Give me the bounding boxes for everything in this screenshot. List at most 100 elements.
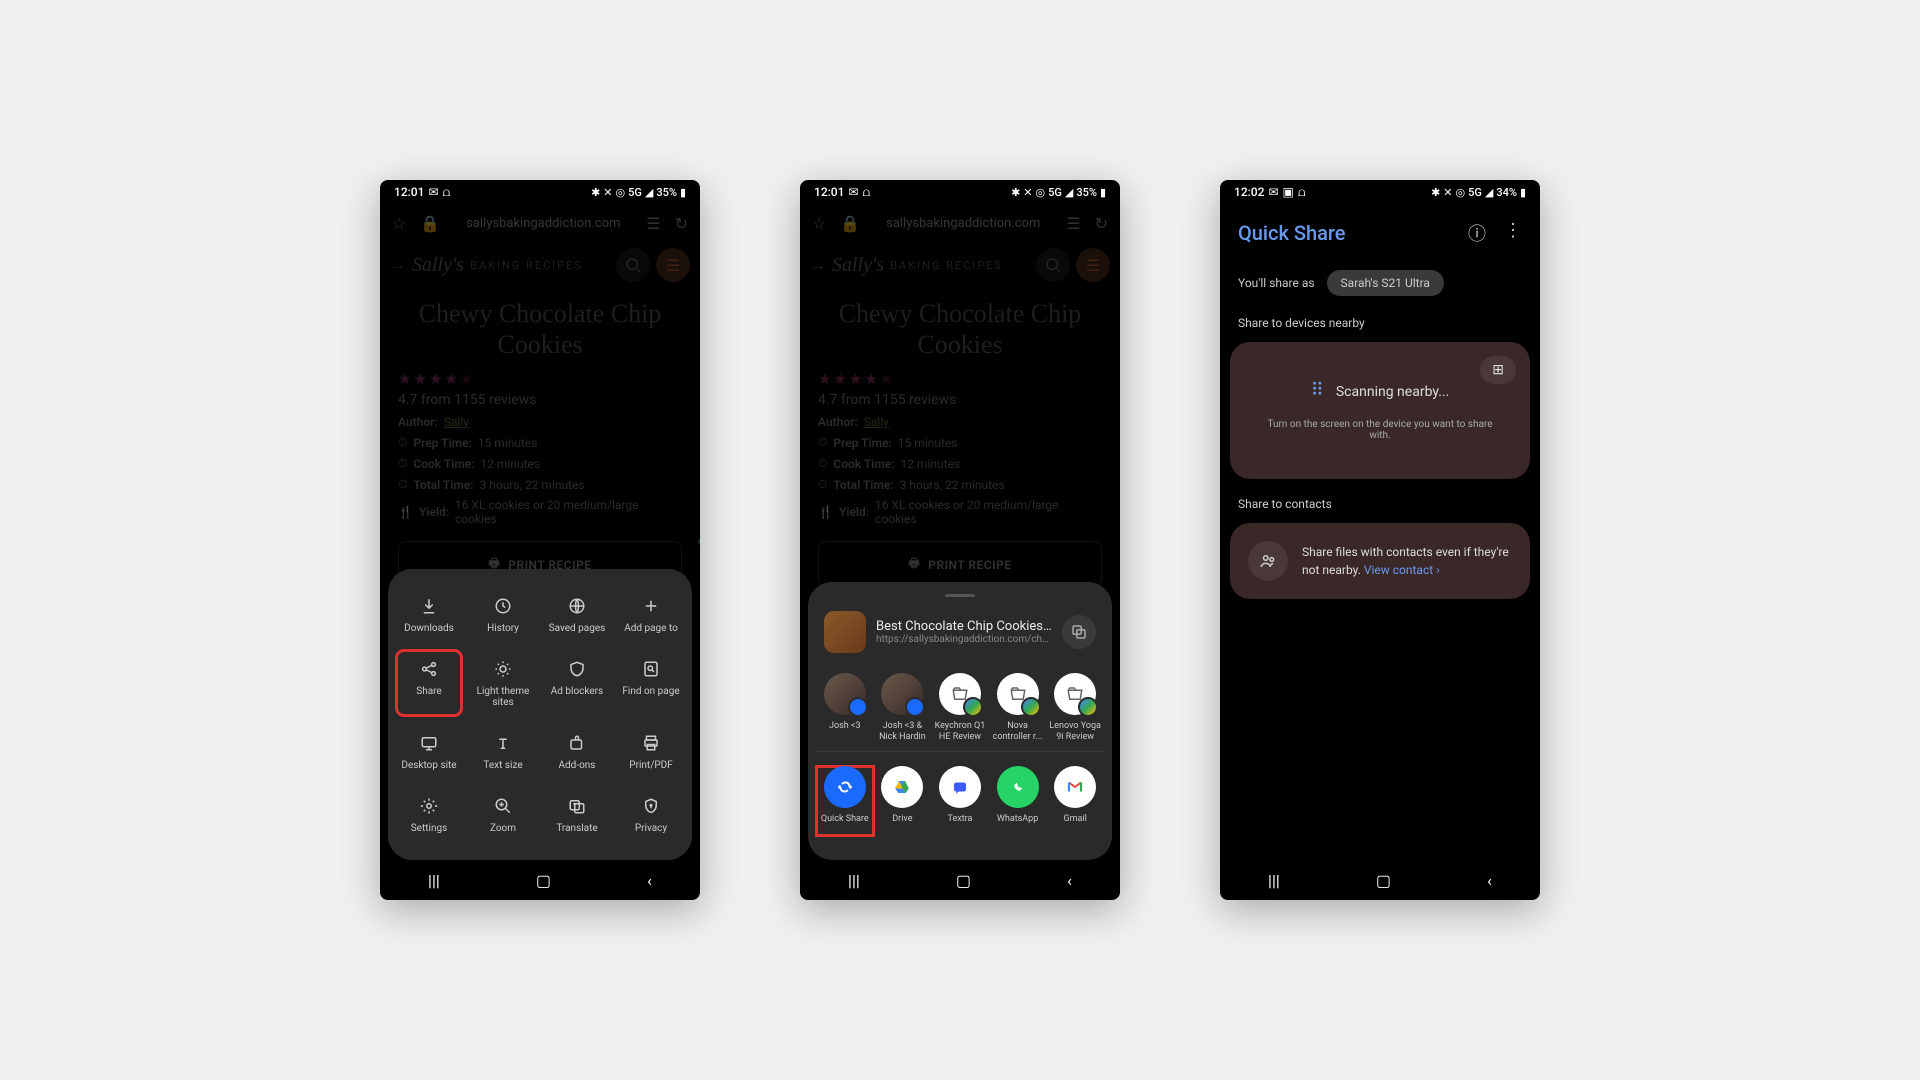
home-button[interactable]: ▢ xyxy=(956,871,971,890)
recents-button[interactable]: ||| xyxy=(428,871,440,890)
site-header: → Sally's BAKING RECIPES ☰ xyxy=(380,242,700,288)
status-bar: 12:01✉⩍ ✱✕◎5G◢35%▮ xyxy=(800,180,1120,204)
author-link[interactable]: Sally xyxy=(444,415,469,429)
menu-clock[interactable]: History xyxy=(470,587,536,642)
menu-privacy[interactable]: Privacy xyxy=(618,787,684,842)
url-text[interactable]: sallysbakingaddiction.com xyxy=(454,216,632,231)
menu-text[interactable]: Text size xyxy=(470,724,536,779)
battery-label: 35% xyxy=(656,186,677,199)
site-logo: Sally's xyxy=(412,254,464,277)
share-contact[interactable]: Lenovo Yoga 9i Review xyxy=(1046,673,1104,743)
menu-translate[interactable]: Translate xyxy=(544,787,610,842)
menu-zoom[interactable]: Zoom xyxy=(470,787,536,842)
addon-icon xyxy=(566,732,588,754)
menu-addon[interactable]: Add-ons xyxy=(544,724,610,779)
home-button[interactable]: ▢ xyxy=(1376,871,1391,890)
share-app-drive[interactable]: Drive xyxy=(874,766,932,836)
menu-shield[interactable]: Ad blockers xyxy=(544,650,610,716)
copy-button[interactable] xyxy=(1062,615,1096,649)
quickshare-title: Quick Share xyxy=(1238,221,1345,245)
back-button[interactable]: ‹ xyxy=(647,871,652,890)
menu-globe[interactable]: Saved pages xyxy=(544,587,610,642)
mute-icon: ✕ xyxy=(603,186,612,199)
shareas-label: You'll share as xyxy=(1238,276,1315,290)
hotspot-icon: ◎ xyxy=(616,186,626,199)
quickshare-header: Quick Share ⓘ ⋮ xyxy=(1220,204,1540,262)
share-sheet: Best Chocolate Chip Cookies (Popula... h… xyxy=(808,582,1112,860)
menu-share[interactable]: Share xyxy=(396,650,462,716)
menu-gear[interactable]: Settings xyxy=(396,787,462,842)
recents-button[interactable]: ||| xyxy=(848,871,860,890)
text-icon xyxy=(492,732,514,754)
menu-sun[interactable]: Light theme sites xyxy=(470,650,536,716)
browser-menu-sheet: DownloadsHistorySaved pagesAdd page to Sh… xyxy=(388,569,692,860)
share-contact[interactable]: Keychron Q1 HE Review xyxy=(931,673,989,743)
more-icon[interactable]: ⋮ xyxy=(1504,220,1522,246)
drag-handle[interactable] xyxy=(945,594,975,597)
site-tagline: BAKING RECIPES xyxy=(470,259,583,272)
find-icon xyxy=(640,658,662,680)
status-time: 12:01 xyxy=(394,185,424,199)
menu-plus[interactable]: Add page to xyxy=(618,587,684,642)
phone-screenshot-2: 12:01✉⩍ ✱✕◎5G◢35%▮ ☆🔒sallysbakingaddicti… xyxy=(800,180,1120,900)
back-button[interactable]: ‹ xyxy=(1487,871,1492,890)
share-page-url: https://sallysbakingaddiction.com/chewy-… xyxy=(876,634,1052,645)
share-page-title: Best Chocolate Chip Cookies (Popula... xyxy=(876,619,1052,634)
phone-screenshot-1: 12:01✉⩍ ✱✕◎5G◢35%▮ ☆ 🔒 sallysbakingaddic… xyxy=(380,180,700,900)
recents-button[interactable]: ||| xyxy=(1268,871,1280,890)
zoom-icon xyxy=(492,795,514,817)
back-button[interactable]: ‹ xyxy=(1067,871,1072,890)
bluetooth-icon: ✱ xyxy=(591,186,600,199)
scanning-indicator: ⠿ xyxy=(1311,380,1326,401)
star-rating: ★★★★★ xyxy=(380,370,700,388)
share-contact[interactable]: Nova controller r... xyxy=(989,673,1047,743)
view-contact-link[interactable]: View contact › xyxy=(1364,563,1440,577)
share-contact[interactable]: Josh <3 xyxy=(816,673,874,743)
gmail-icon: ✉ xyxy=(428,185,438,199)
info-icon[interactable]: ⓘ xyxy=(1468,220,1486,246)
browser-bar: ☆ 🔒 sallysbakingaddiction.com ☰ ↻ xyxy=(380,204,700,242)
signal-icon: ◢ xyxy=(645,186,653,199)
battery-icon: ▮ xyxy=(680,186,686,199)
phone-screenshot-3: 12:02✉▣⩍ ✱✕◎5G◢34%▮ Quick Share ⓘ⋮ You'l… xyxy=(1220,180,1540,900)
globe-icon xyxy=(566,595,588,617)
contacts-section-label: Share to contacts xyxy=(1220,485,1540,517)
contacts-card[interactable]: Share files with contacts even if they'r… xyxy=(1230,523,1530,599)
lock-icon: 🔒 xyxy=(420,214,440,233)
menu-monitor[interactable]: Desktop site xyxy=(396,724,462,779)
page-thumbnail xyxy=(824,611,866,653)
share-app-textra[interactable]: Textra xyxy=(931,766,989,836)
qr-button[interactable]: ⊞ xyxy=(1480,356,1516,384)
search-button[interactable] xyxy=(616,248,650,282)
reload-icon[interactable]: ↻ xyxy=(675,214,688,233)
nearby-section-label: Share to devices nearby xyxy=(1220,304,1540,336)
sun-icon xyxy=(492,658,514,680)
shield-icon xyxy=(566,658,588,680)
share-contact[interactable]: Josh <3 & Nick Hardin xyxy=(874,673,932,743)
nearby-card: ⊞ ⠿Scanning nearby... Turn on the screen… xyxy=(1230,342,1530,479)
author-label: Author: xyxy=(398,415,438,429)
scanning-hint: Turn on the screen on the device you wan… xyxy=(1258,419,1502,441)
home-button[interactable]: ▢ xyxy=(536,871,551,890)
gear-icon xyxy=(418,795,440,817)
clock-icon xyxy=(492,595,514,617)
reader-icon[interactable]: ☰ xyxy=(646,214,660,233)
nav-bar: ||| ▢ ‹ xyxy=(380,860,700,900)
status-bar: 12:01✉⩍ ✱✕◎5G◢35%▮ xyxy=(380,180,700,204)
contacts-icon xyxy=(1248,541,1288,581)
wifi-icon: ⩍ xyxy=(443,185,451,200)
menu-button[interactable]: ☰ xyxy=(656,248,690,282)
heart-icon[interactable]: ♥ xyxy=(697,531,700,557)
share-app-gmail[interactable]: Gmail xyxy=(1046,766,1104,836)
clock-icon: ⏱ xyxy=(398,477,407,492)
share-app-whatsapp[interactable]: WhatsApp xyxy=(989,766,1047,836)
bookmark-icon[interactable]: ☆ xyxy=(392,214,406,233)
share-app-quick-share[interactable]: Quick Share xyxy=(816,766,874,836)
menu-download[interactable]: Downloads xyxy=(396,587,462,642)
share-icon xyxy=(418,658,440,680)
device-chip[interactable]: Sarah's S21 Ultra xyxy=(1327,270,1444,296)
download-icon xyxy=(418,595,440,617)
rating-text: 4.7 from 1155 reviews xyxy=(380,388,700,412)
menu-printer[interactable]: Print/PDF xyxy=(618,724,684,779)
menu-find[interactable]: Find on page xyxy=(618,650,684,716)
